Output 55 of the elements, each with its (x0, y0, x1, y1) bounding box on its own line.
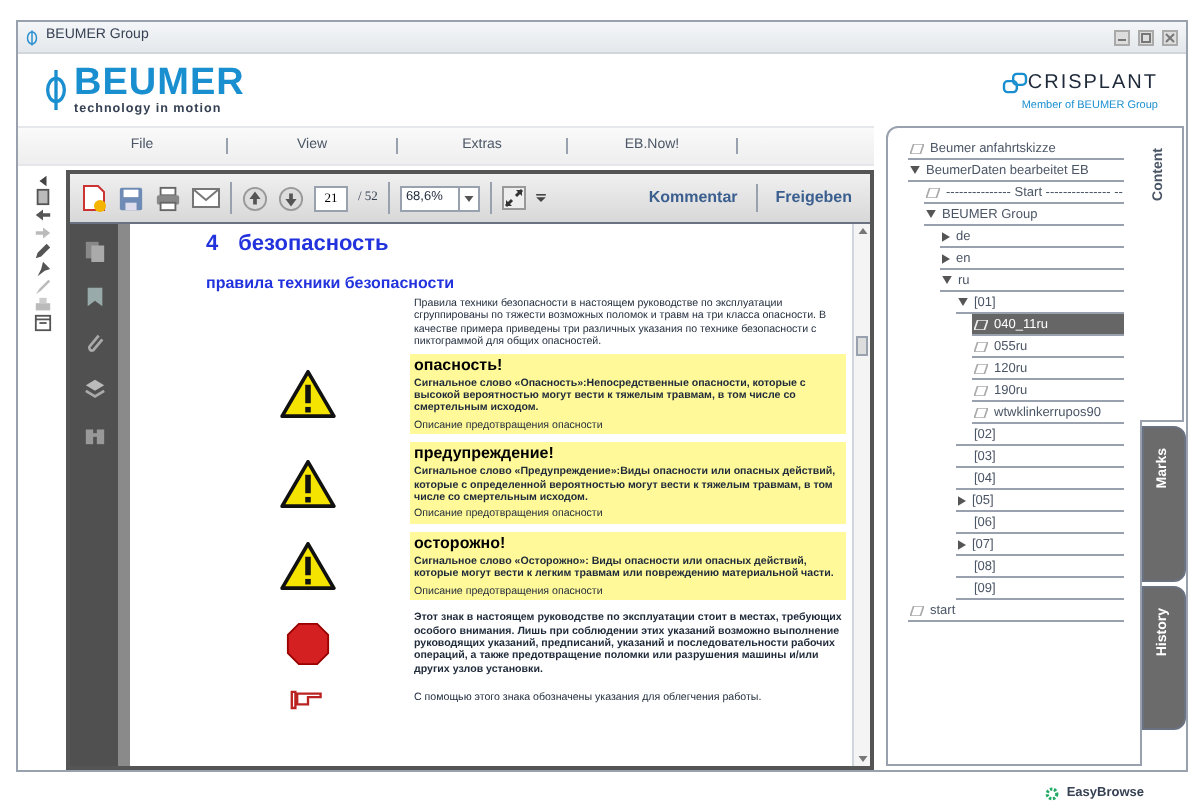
expanded-arrow-icon (926, 210, 936, 218)
pages-icon[interactable] (83, 240, 105, 262)
save-icon[interactable] (118, 185, 144, 211)
pen-icon[interactable] (33, 242, 51, 260)
subheading: правила техники безопасности (206, 274, 457, 294)
notice-title: осторожно! (414, 533, 508, 554)
page-icon (910, 605, 924, 615)
logo-wordmark: BEUMER (74, 63, 245, 102)
page-icon (910, 143, 924, 153)
back-arrow-icon[interactable] (33, 206, 51, 224)
caret-icon (463, 195, 474, 201)
notice-title: опасность! (414, 355, 505, 376)
stop-sign-icon (286, 622, 330, 667)
partner-wordmark: CRISPLANT (1027, 74, 1158, 95)
expanded-arrow-icon (958, 298, 968, 306)
expanded-arrow-icon (942, 276, 952, 284)
scroll-up-icon[interactable] (857, 228, 867, 234)
scroll-down-icon[interactable] (857, 756, 867, 762)
collapsed-arrow-icon (958, 539, 966, 549)
warning-triangle-icon (280, 541, 336, 590)
logo-symbol-icon (46, 68, 66, 112)
create-pdf-icon[interactable] (80, 184, 108, 212)
close-icon[interactable] (1162, 29, 1178, 45)
mail-icon[interactable] (192, 188, 220, 208)
section-heading: безопасность (238, 230, 389, 258)
scrollbar[interactable] (852, 224, 870, 766)
collapsed-arrow-icon (958, 495, 966, 505)
bookmark-icon[interactable] (83, 286, 105, 308)
layers-icon[interactable] (83, 378, 105, 400)
document-icon[interactable] (33, 188, 51, 206)
binoculars-icon[interactable] (83, 424, 105, 446)
notice-title: предупреждение! (414, 444, 556, 465)
window-icon[interactable] (33, 314, 51, 332)
pin-icon[interactable] (33, 260, 51, 278)
gear-icon (1044, 785, 1061, 802)
collapsed-arrow-icon (942, 231, 950, 241)
partner-logo-icon (1001, 72, 1028, 95)
collapsed-arrow-icon (942, 253, 950, 263)
expanded-arrow-icon (910, 166, 920, 174)
app-icon (26, 29, 38, 45)
collapse-arrow-icon[interactable] (35, 174, 49, 188)
fit-page-icon[interactable] (501, 186, 526, 210)
printer-icon[interactable] (154, 185, 182, 211)
page-icon (926, 187, 940, 197)
maximize-icon[interactable] (1138, 29, 1154, 45)
paperclip-icon[interactable] (83, 332, 105, 354)
toolbar-action[interactable]: Kommentar (640, 186, 746, 210)
scroll-thumb[interactable] (856, 335, 868, 355)
minimize-icon[interactable] (1114, 29, 1130, 45)
more-options-icon[interactable] (535, 194, 546, 202)
warning-triangle-icon (280, 369, 336, 418)
warning-triangle-icon (280, 459, 336, 508)
pointing-hand-icon (290, 688, 326, 711)
toolbar-action[interactable]: Freigeben (767, 186, 860, 210)
section-number: 4 (206, 230, 219, 258)
